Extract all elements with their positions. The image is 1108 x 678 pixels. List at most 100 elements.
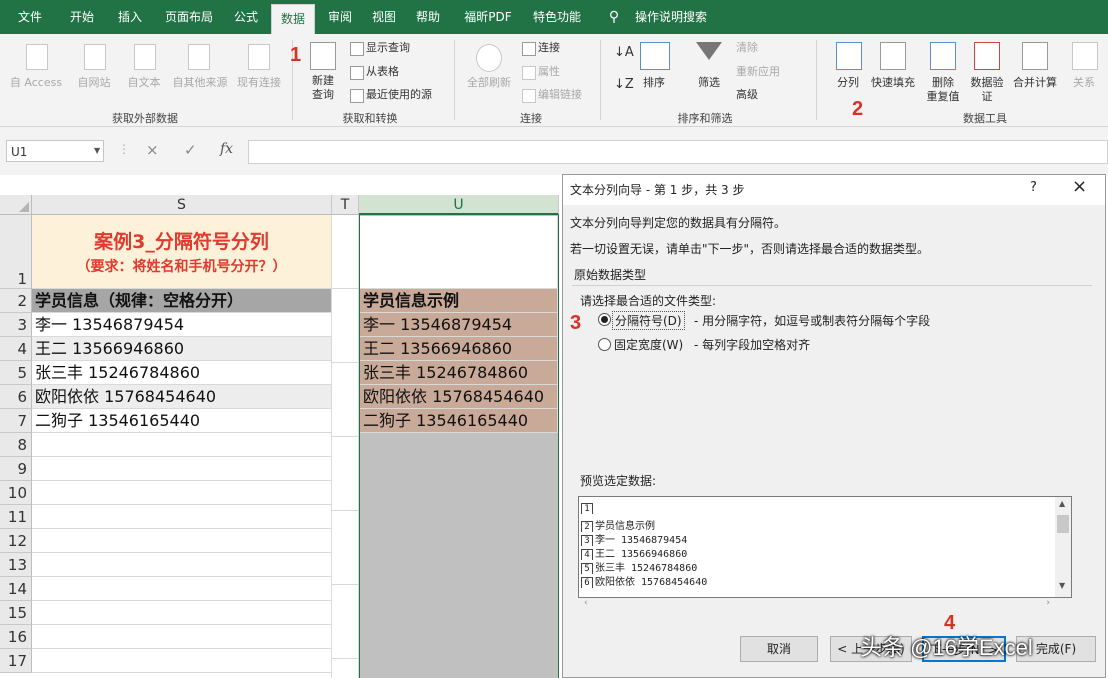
tab-help[interactable]: 帮助 — [406, 0, 450, 34]
name-box-dropdown-icon[interactable]: ▼ — [94, 146, 100, 155]
from-text-button[interactable]: 自文本 — [116, 76, 172, 90]
marker-2: 2 — [852, 98, 864, 120]
formula-input[interactable] — [248, 140, 1108, 164]
sort-az-icon[interactable]: ↓A — [614, 46, 634, 60]
u-data-cell[interactable]: 二狗子 13546165440 — [360, 409, 558, 433]
filter-button[interactable]: 筛选 — [690, 76, 728, 90]
edit-links-button[interactable]: 编辑链接 — [538, 88, 582, 102]
tab-file[interactable]: 文件 — [8, 0, 52, 34]
preview-row: 5 张三丰 15246784860 — [581, 559, 697, 574]
consolidate-button[interactable]: 合并计算 — [1010, 76, 1060, 90]
remove-duplicates-button[interactable]: 删除 重复值 — [920, 76, 966, 104]
tell-me-search[interactable]: 操作说明搜索 — [626, 0, 716, 34]
access-icon — [26, 44, 48, 70]
connections-icon — [522, 42, 536, 56]
row-header-4[interactable]: 4 — [0, 337, 32, 361]
u-data-cell[interactable]: 王二 13566946860 — [360, 337, 558, 361]
data-validation-button[interactable]: 数据验 证 — [964, 76, 1010, 104]
show-queries-button[interactable]: 显示查询 — [366, 41, 410, 55]
row-header-3[interactable]: 3 — [0, 313, 32, 337]
title-cell[interactable]: 案例3_分隔符号分列 （要求：将姓名和手机号分开？） — [32, 215, 332, 289]
s-data-cell[interactable]: 张三丰 15246784860 — [32, 361, 332, 385]
insert-function-icon[interactable]: fx — [220, 141, 233, 157]
row-header-13[interactable]: 13 — [0, 553, 32, 577]
row-header-12[interactable]: 12 — [0, 529, 32, 553]
clear-button[interactable]: 清除 — [736, 41, 758, 55]
existing-connections-icon — [248, 44, 270, 70]
s-data-cell[interactable]: 王二 13566946860 — [32, 337, 332, 361]
tab-home[interactable]: 开始 — [60, 0, 104, 34]
column-header-u[interactable]: U — [359, 195, 559, 215]
row-header-15[interactable]: 15 — [0, 601, 32, 625]
s-data-cell[interactable]: 李一 13546879454 — [32, 313, 332, 337]
tab-formulas[interactable]: 公式 — [224, 0, 268, 34]
from-access-button[interactable]: 自 Access — [6, 76, 66, 90]
scroll-left-icon: ‹ — [584, 598, 588, 608]
reapply-button[interactable]: 重新应用 — [736, 65, 780, 79]
u-data-cell[interactable]: 李一 13546879454 — [360, 313, 558, 337]
row-header-2[interactable]: 2 — [0, 289, 32, 313]
advanced-button[interactable]: 高级 — [736, 88, 758, 102]
help-icon[interactable]: ? — [1030, 180, 1037, 195]
flash-fill-button[interactable]: 快速填充 — [866, 76, 920, 90]
row-header-14[interactable]: 14 — [0, 577, 32, 601]
sort-button[interactable]: 排序 — [636, 76, 672, 90]
s-header-cell[interactable]: 学员信息（规律：空格分开） — [32, 289, 332, 313]
cancel-icon[interactable]: × — [146, 141, 159, 159]
s-data-cell[interactable]: 二狗子 13546165440 — [32, 409, 332, 433]
row-header-8[interactable]: 8 — [0, 433, 32, 457]
u-header-cell[interactable]: 学员信息示例 — [360, 289, 558, 313]
row-header-6[interactable]: 6 — [0, 385, 32, 409]
u1-active-cell[interactable] — [360, 216, 558, 289]
row-header-9[interactable]: 9 — [0, 457, 32, 481]
preview-vertical-scrollbar[interactable]: ▲ ▼ — [1055, 497, 1071, 597]
recent-sources-button[interactable]: 最近使用的源 — [366, 88, 432, 102]
tab-insert[interactable]: 插入 — [108, 0, 152, 34]
radio-fixed-width[interactable] — [598, 338, 611, 351]
tab-data[interactable]: 数据 — [271, 4, 315, 35]
preview-row: 6 欧阳依依 15768454640 — [581, 573, 707, 588]
column-header-t[interactable]: T — [332, 195, 359, 215]
from-table-button[interactable]: 从表格 — [366, 65, 399, 79]
tab-view[interactable]: 视图 — [364, 0, 404, 34]
option-delimited-label[interactable]: 分隔符号(D) — [612, 311, 685, 330]
tab-foxit-pdf[interactable]: 福昕PDF — [452, 0, 524, 34]
sort-za-icon[interactable]: ↓Z — [614, 78, 634, 92]
new-query-button[interactable]: 新建 查询 — [300, 74, 346, 102]
preview-horizontal-scrollbar[interactable]: ‹ › — [578, 598, 1072, 612]
row-header-10[interactable]: 10 — [0, 481, 32, 505]
tab-page-layout[interactable]: 页面布局 — [157, 0, 221, 34]
row-header-1[interactable]: 1 — [0, 215, 32, 289]
group-label-get-external: 获取外部数据 — [112, 112, 178, 125]
u-data-cell[interactable]: 张三丰 15246784860 — [360, 361, 558, 385]
u-data-cell[interactable]: 欧阳依依 15768454640 — [360, 385, 558, 409]
tab-review[interactable]: 审阅 — [318, 0, 362, 34]
row-header-11[interactable]: 11 — [0, 505, 32, 529]
preview-box[interactable]: 1 2 学员信息示例 3 李一 13546879454 4 王二 1356694686… — [578, 496, 1072, 598]
row-header-16[interactable]: 16 — [0, 625, 32, 649]
cancel-button[interactable]: 取消 — [740, 636, 818, 662]
select-all-corner[interactable] — [0, 195, 32, 215]
text-to-columns-icon — [836, 42, 862, 70]
from-other-sources-button[interactable]: 自其他来源 — [170, 76, 230, 90]
column-header-s[interactable]: S — [32, 195, 332, 215]
refresh-all-icon — [476, 44, 502, 72]
name-box[interactable]: U1 — [6, 140, 104, 162]
option-fixed-width-label[interactable]: 固定宽度(W) — [614, 336, 683, 353]
row-header-7[interactable]: 7 — [0, 409, 32, 433]
tab-special[interactable]: 特色功能 — [526, 0, 588, 34]
connections-button[interactable]: 连接 — [538, 41, 560, 55]
text-to-columns-button[interactable]: 分列 — [828, 76, 868, 90]
existing-connections-button[interactable]: 现有连接 — [232, 76, 286, 90]
close-icon[interactable]: × — [1072, 176, 1087, 197]
choose-type-label: 请选择最合适的文件类型: — [580, 294, 717, 308]
relationships-button[interactable]: 关系 — [1066, 76, 1102, 90]
from-web-button[interactable]: 自网站 — [68, 76, 120, 90]
s-data-cell[interactable]: 欧阳依依 15768454640 — [32, 385, 332, 409]
row-header-5[interactable]: 5 — [0, 361, 32, 385]
properties-button[interactable]: 属性 — [538, 65, 560, 79]
row-header-17[interactable]: 17 — [0, 649, 32, 673]
radio-delimited[interactable] — [598, 313, 611, 326]
refresh-all-button[interactable]: 全部刷新 — [462, 76, 516, 90]
enter-icon[interactable]: ✓ — [184, 141, 197, 159]
